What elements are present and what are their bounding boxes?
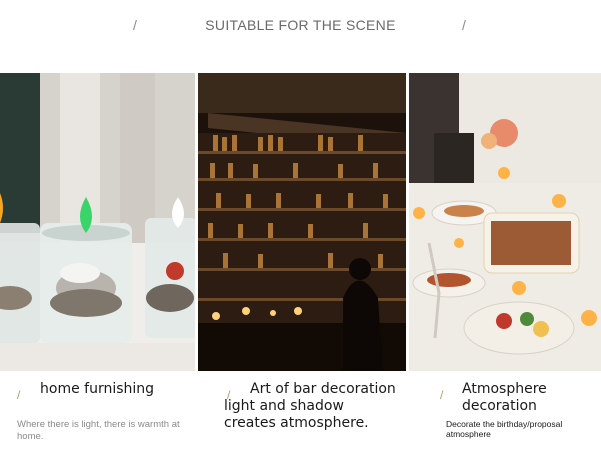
caption-title: home furnishing xyxy=(40,381,155,397)
atmosphere-decoration-photo xyxy=(409,73,601,371)
home-furnishing-photo xyxy=(0,73,195,371)
dinner-table-photo xyxy=(409,73,601,371)
caption-slash: / xyxy=(17,388,21,402)
caption-subtitle: Where there is light, there is warmth at… xyxy=(17,419,180,442)
caption-title: Atmosphere decoration xyxy=(462,381,547,414)
page-title: SUITABLE FOR THE SCENE xyxy=(205,17,396,33)
header: / SUITABLE FOR THE SCENE / xyxy=(0,0,601,73)
decorative-slash-right: / xyxy=(462,17,466,33)
bar-decoration-photo xyxy=(198,73,406,371)
caption-subtitle: Decorate the birthday/proposal atmospher… xyxy=(446,419,563,439)
bar-shelves-photo xyxy=(198,73,406,371)
caption-slash: / xyxy=(440,388,444,402)
candles-on-table-photo xyxy=(0,73,195,371)
caption-title: Art of bar decoration light and shadow c… xyxy=(224,381,396,431)
